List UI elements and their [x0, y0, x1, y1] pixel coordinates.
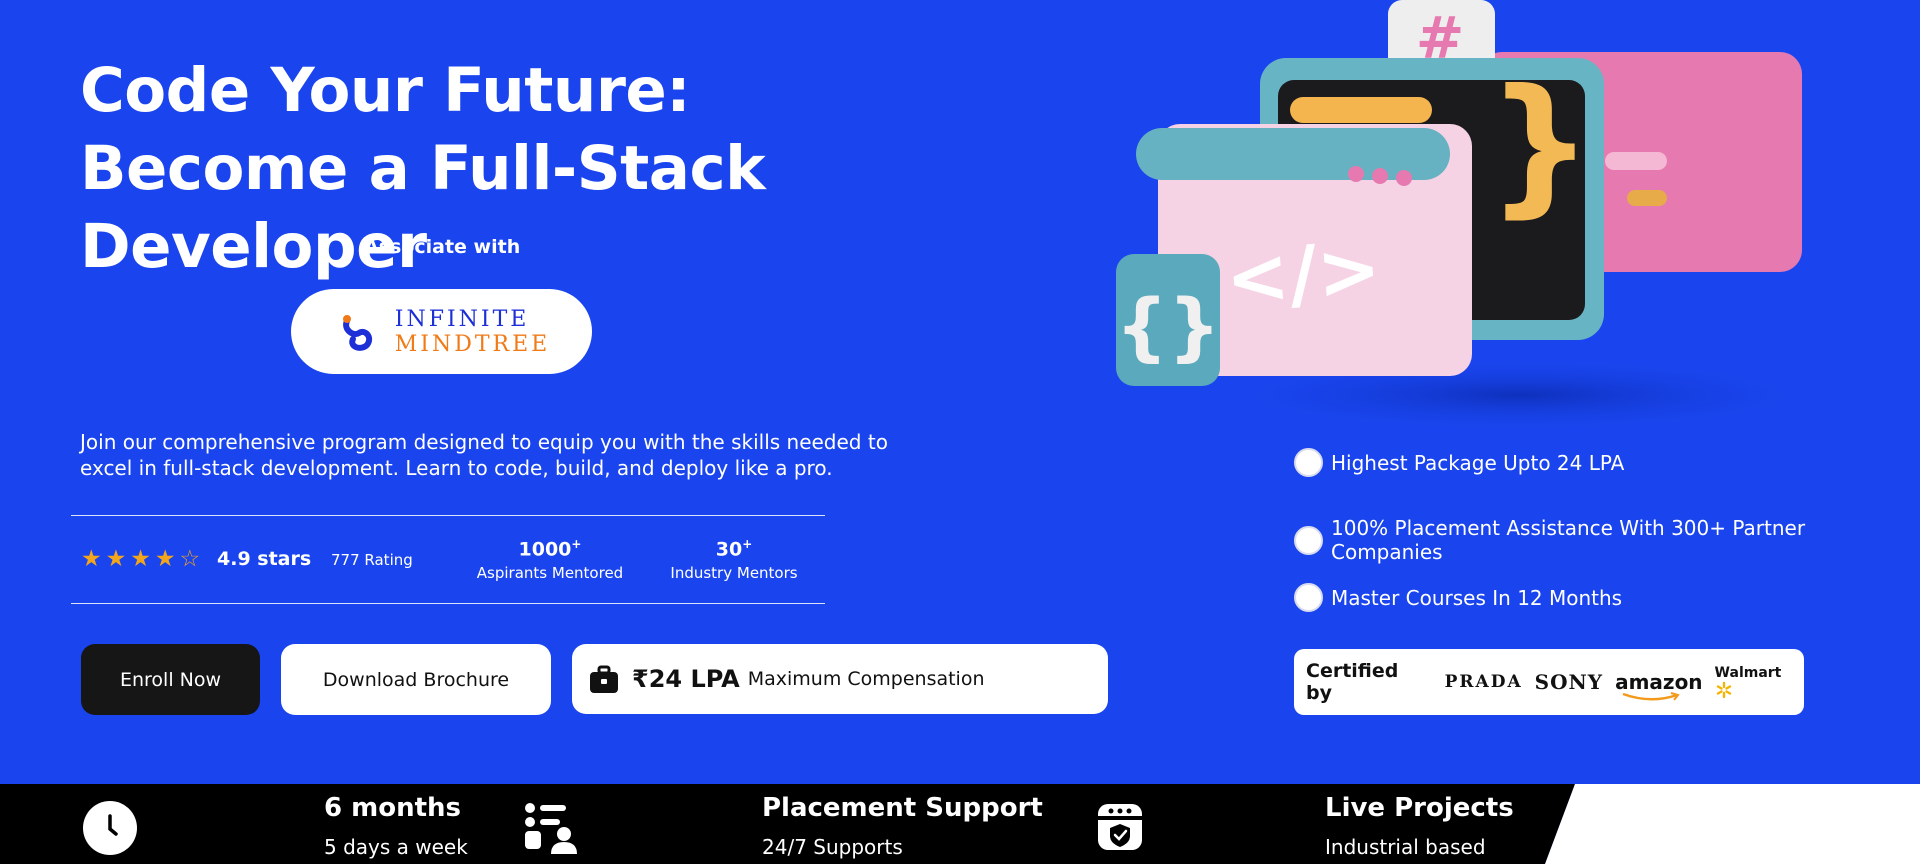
- feature-item: Highest Package Upto 24 LPA: [1294, 448, 1624, 477]
- svg-text:{}: {}: [1115, 284, 1220, 370]
- stat-mentors: 30+ Industry Mentors: [655, 537, 813, 582]
- enroll-now-button[interactable]: Enroll Now: [81, 644, 260, 715]
- feature-item: 100% Placement Assistance With 300+ Part…: [1294, 516, 1920, 564]
- stat-label: Industry Mentors: [670, 564, 798, 583]
- duration-title: 6 months: [324, 793, 462, 823]
- star-rating-icon: ★★★★☆: [81, 546, 205, 572]
- amazon-smile-icon: [1622, 692, 1680, 701]
- certified-by-box: Certified by PRADA SONY amazon Walmart: [1294, 649, 1804, 715]
- radio-circle-icon: [1294, 448, 1323, 477]
- sony-logo: SONY: [1534, 670, 1604, 694]
- program-description: Join our comprehensive program designed …: [80, 430, 888, 480]
- stat-label: Aspirants Mentored: [476, 564, 624, 583]
- partner-name-line1: INFINITE: [394, 306, 530, 332]
- partner-logo-pill[interactable]: INFINITE MINDTREE: [291, 289, 592, 374]
- stat-aspirants: 1000+ Aspirants Mentored: [465, 537, 635, 582]
- info-bar-edge: [1545, 784, 1920, 864]
- amazon-logo: amazon: [1615, 670, 1703, 701]
- download-brochure-button[interactable]: Download Brochure: [281, 644, 551, 715]
- projects-subtitle: Industrial based: [1325, 835, 1486, 859]
- feature-text: Highest Package Upto 24 LPA: [1331, 450, 1625, 475]
- partner-name: INFINITE MINDTREE: [395, 307, 550, 357]
- shield-badge-icon: [1098, 804, 1142, 850]
- radio-circle-icon: [1294, 525, 1323, 555]
- feature-text: 100% Placement Assistance With 300+ Part…: [1331, 516, 1806, 564]
- placement-title: Placement Support: [762, 793, 1043, 823]
- clock-icon: [83, 801, 137, 855]
- briefcase-icon: [590, 665, 618, 693]
- feature-item: Master Courses In 12 Months: [1294, 583, 1622, 612]
- partner-name-line2: MINDTREE: [394, 331, 551, 357]
- stat-value: 30+: [715, 537, 753, 561]
- infinity-swirl-icon: [342, 314, 372, 351]
- associate-label: Associate with: [364, 236, 521, 258]
- placement-subtitle: 24/7 Supports: [762, 835, 903, 859]
- svg-text:}: }: [1487, 58, 1594, 232]
- compensation-box: ₹24 LPA Maximum Compensation: [572, 644, 1108, 714]
- stat-value: 1000+: [518, 537, 582, 561]
- rating-value: 4.9 stars: [217, 548, 312, 570]
- rating-count: 777 Rating: [331, 551, 413, 569]
- walmart-logo: Walmart: [1715, 665, 1804, 699]
- duration-subtitle: 5 days a week: [324, 835, 468, 859]
- radio-circle-icon: [1294, 583, 1323, 612]
- placement-people-icon: [525, 803, 577, 854]
- feature-text: Master Courses In 12 Months: [1331, 585, 1623, 610]
- projects-title: Live Projects: [1325, 793, 1514, 823]
- stats-strip: ★★★★☆ 4.9 stars 777 Rating 1000+ Aspiran…: [71, 515, 825, 604]
- compensation-amount: ₹24 LPA: [632, 665, 740, 693]
- prada-logo: PRADA: [1444, 672, 1523, 692]
- code-windows-illustration: # } </> {}: [1115, 0, 1840, 433]
- certified-by-label: Certified by: [1306, 660, 1399, 704]
- svg-text:</>: </>: [1223, 224, 1384, 324]
- compensation-label: Maximum Compensation: [747, 668, 985, 690]
- walmart-spark-icon: [1716, 681, 1731, 699]
